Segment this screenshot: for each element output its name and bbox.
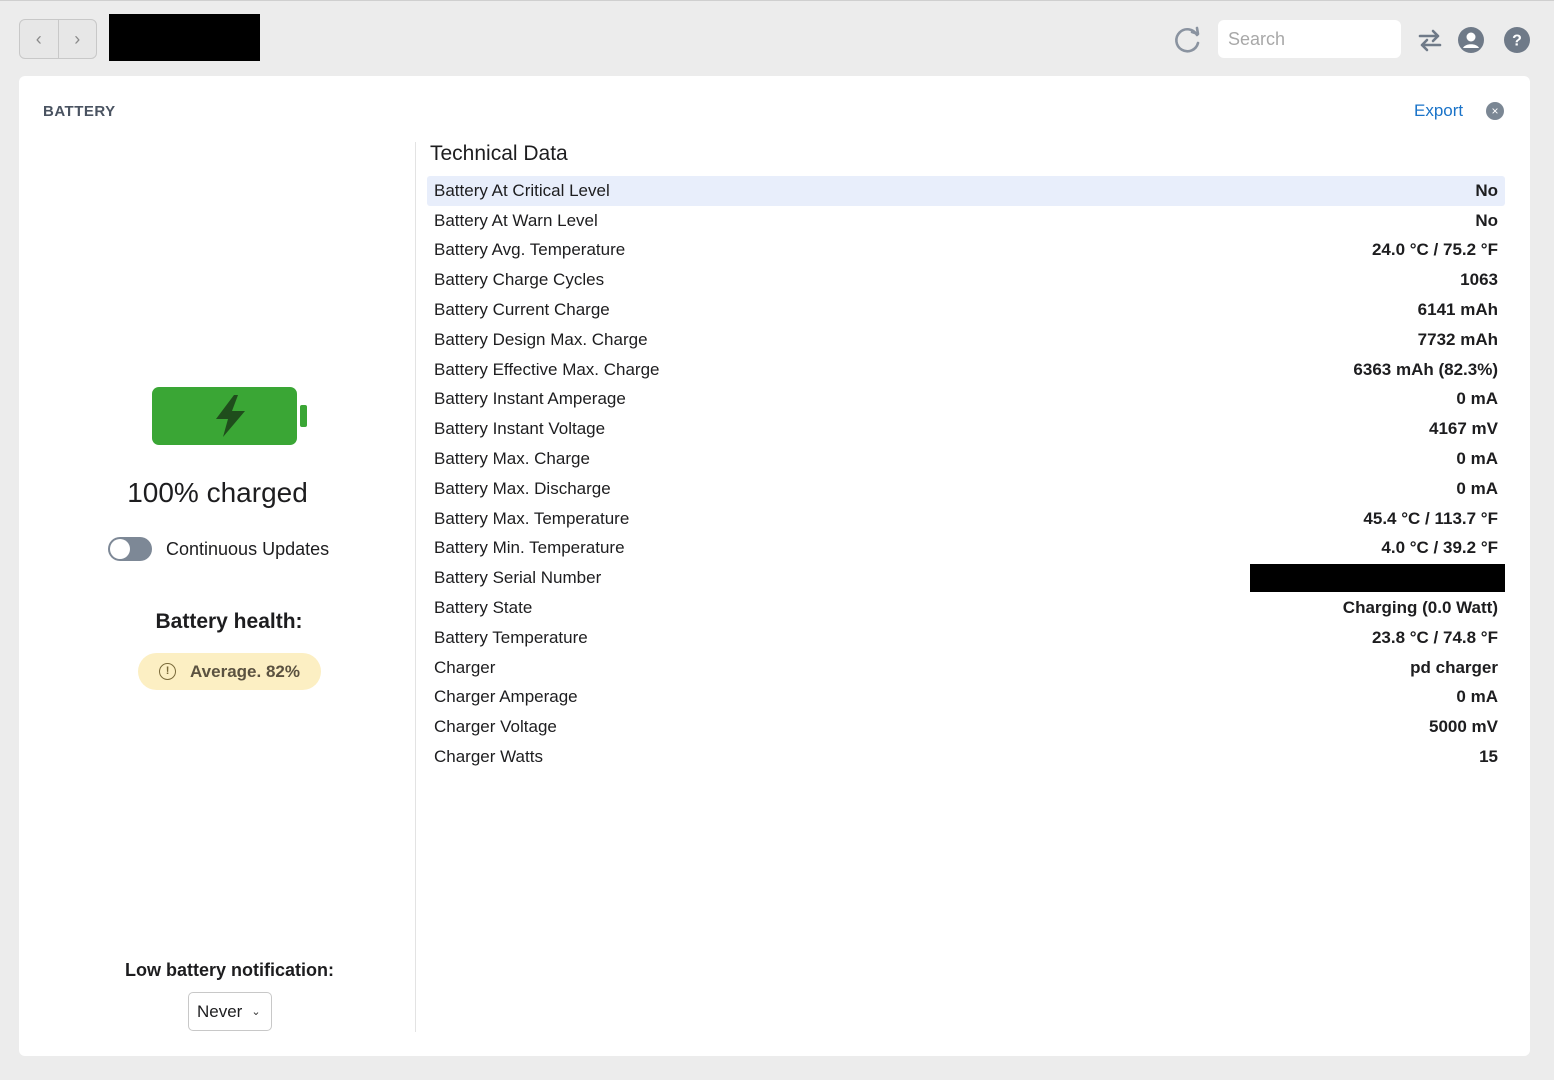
transfer-icon[interactable]	[1416, 26, 1444, 54]
low-battery-notification-label: Low battery notification:	[125, 960, 334, 980]
row-key: Battery At Critical Level	[434, 180, 610, 200]
row-value: 15	[1479, 747, 1498, 767]
battery-summary-panel: 100% charged Continuous Updates Battery …	[19, 142, 416, 1032]
account-icon[interactable]	[1457, 26, 1485, 54]
row-value: 4.0 °C / 39.2 °F	[1381, 538, 1498, 558]
row-value: No	[1475, 180, 1498, 200]
chevron-right-icon: ›	[74, 28, 81, 49]
table-row[interactable]: Battery At Critical Level No	[427, 176, 1505, 206]
row-value: 1063	[1460, 270, 1498, 290]
technical-data-title: Technical Data	[430, 142, 568, 165]
row-value: 0 mA	[1456, 687, 1498, 707]
warning-icon: !	[159, 663, 177, 680]
continuous-updates-label: Continuous Updates	[166, 538, 330, 559]
battery-health-label: Battery health:	[155, 610, 303, 633]
export-button[interactable]: Export	[1414, 101, 1463, 121]
help-icon[interactable]: ?	[1503, 26, 1531, 54]
table-row[interactable]: Battery Max. Discharge 0 mA	[427, 474, 1505, 504]
row-key: Battery Current Charge	[434, 300, 610, 320]
row-value: pd charger	[1410, 657, 1498, 677]
continuous-updates-toggle[interactable]	[108, 537, 152, 561]
search-input[interactable]	[1218, 20, 1401, 58]
row-value: 7732 mAh	[1417, 329, 1498, 349]
table-row[interactable]: Battery Instant Amperage 0 mA	[427, 385, 1505, 415]
row-key: Battery Max. Charge	[434, 449, 590, 469]
redacted-value	[1250, 564, 1505, 593]
row-key: Battery Max. Discharge	[434, 478, 611, 498]
card-title: BATTERY	[43, 103, 116, 120]
row-value: 0 mA	[1456, 389, 1498, 409]
battery-icon	[152, 386, 309, 446]
table-row[interactable]: Battery State Charging (0.0 Watt)	[427, 593, 1505, 623]
toggle-knob	[110, 539, 130, 559]
battery-card: BATTERY Export × 100% charged Continuous…	[19, 76, 1530, 1056]
row-value: 45.4 °C / 113.7 °F	[1363, 508, 1498, 528]
table-row[interactable]: Battery Serial Number	[427, 563, 1505, 593]
technical-data-table: Battery At Critical Level No Battery At Wa…	[427, 176, 1505, 772]
row-key: Battery State	[434, 598, 533, 618]
row-key: Battery Design Max. Charge	[434, 329, 648, 349]
row-key: Charger	[434, 657, 496, 677]
charge-status-text: 100% charged	[127, 477, 308, 508]
row-key: Battery Avg. Temperature	[434, 240, 626, 260]
table-row[interactable]: Battery Avg. Temperature 24.0 °C / 75.2 °…	[427, 236, 1505, 266]
table-row[interactable]: Battery Effective Max. Charge 6363 mAh (8…	[427, 355, 1505, 385]
row-key: Battery Instant Amperage	[434, 389, 626, 409]
row-key: Battery Instant Voltage	[434, 419, 606, 439]
continuous-updates-row: Continuous Updates	[108, 536, 329, 562]
table-row[interactable]: Charger Amperage 0 mA	[427, 683, 1505, 713]
row-value: 4167 mV	[1429, 419, 1498, 439]
chevron-down-icon: ⌄	[251, 1006, 261, 1018]
row-key: Battery Charge Cycles	[434, 270, 605, 290]
table-row[interactable]: Charger pd charger	[427, 653, 1505, 683]
back-button[interactable]: ‹	[20, 20, 58, 58]
chevron-left-icon: ‹	[35, 28, 42, 49]
table-row[interactable]: Battery At Warn Level No	[427, 206, 1505, 236]
table-row[interactable]: Battery Design Max. Charge 7732 mAh	[427, 325, 1505, 355]
low-battery-notification-select[interactable]: Never ⌄	[188, 992, 272, 1031]
toolbar: ‹ › ?	[0, 0, 1554, 76]
table-row[interactable]: Battery Charge Cycles 1063	[427, 265, 1505, 295]
nav-button-group: ‹ ›	[19, 19, 97, 59]
battery-health-value: Average. 82%	[190, 661, 300, 681]
battery-health-badge: ! Average. 82%	[138, 653, 321, 690]
row-key: Charger Watts	[434, 747, 543, 767]
row-value: 0 mA	[1456, 478, 1498, 498]
close-icon[interactable]: ×	[1486, 102, 1504, 120]
notification-selected-value: Never	[197, 1001, 243, 1021]
row-key: Battery Max. Temperature	[434, 508, 630, 528]
row-key: Battery Serial Number	[434, 568, 602, 588]
table-row[interactable]: Battery Max. Charge 0 mA	[427, 444, 1505, 474]
row-key: Battery At Warn Level	[434, 210, 598, 230]
table-row[interactable]: Charger Voltage 5000 mV	[427, 712, 1505, 742]
refresh-icon[interactable]	[1170, 23, 1204, 57]
table-row[interactable]: Battery Current Charge 6141 mAh	[427, 295, 1505, 325]
table-row[interactable]: Battery Instant Voltage 4167 mV	[427, 414, 1505, 444]
table-row[interactable]: Charger Watts 15	[427, 742, 1505, 772]
svg-text:?: ?	[1512, 33, 1522, 50]
row-key: Battery Temperature	[434, 627, 588, 647]
row-value: 23.8 °C / 74.8 °F	[1371, 627, 1498, 647]
row-value: 5000 mV	[1429, 717, 1498, 737]
row-value: 24.0 °C / 75.2 °F	[1371, 240, 1498, 260]
row-value: Charging (0.0 Watt)	[1342, 598, 1498, 618]
row-key: Battery Min. Temperature	[434, 538, 625, 558]
row-key: Battery Effective Max. Charge	[434, 359, 660, 379]
row-key: Charger Voltage	[434, 717, 557, 737]
row-value: 6363 mAh (82.3%)	[1353, 359, 1498, 379]
forward-button[interactable]: ›	[57, 20, 97, 58]
table-row[interactable]: Battery Min. Temperature 4.0 °C / 39.2 °F	[427, 534, 1505, 564]
row-value: No	[1475, 210, 1498, 230]
table-row[interactable]: Battery Max. Temperature 45.4 °C / 113.7 …	[427, 504, 1505, 534]
redacted-window-title	[109, 14, 260, 61]
row-value: 0 mA	[1456, 449, 1498, 469]
row-key: Charger Amperage	[434, 687, 578, 707]
row-value: 6141 mAh	[1417, 300, 1498, 320]
table-row[interactable]: Battery Temperature 23.8 °C / 74.8 °F	[427, 623, 1505, 653]
